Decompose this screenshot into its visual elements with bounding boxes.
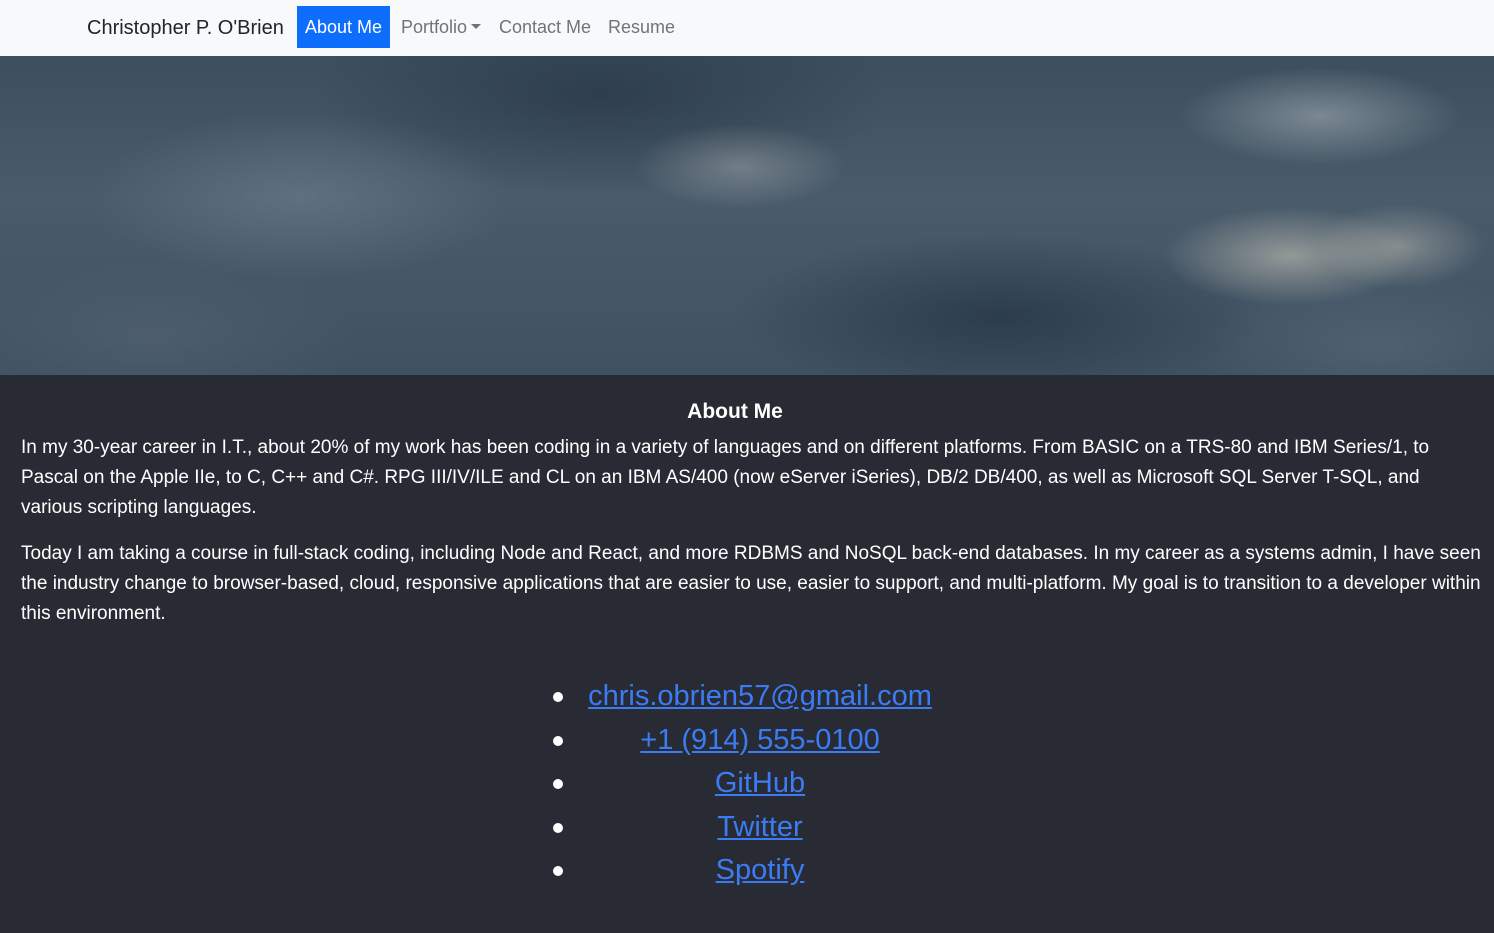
nav-contact-me[interactable]: Contact Me bbox=[499, 6, 591, 48]
bullet-icon bbox=[553, 692, 563, 702]
list-item: Twitter bbox=[553, 806, 940, 850]
nav-portfolio-dropdown[interactable]: Portfolio bbox=[401, 6, 482, 48]
about-paragraph-1: In my 30-year career in I.T., about 20% … bbox=[21, 437, 1430, 518]
list-item: chris.obrien57@gmail.com bbox=[553, 675, 940, 719]
list-item: GitHub bbox=[553, 762, 940, 806]
twitter-link[interactable]: Twitter bbox=[717, 811, 802, 843]
list-item: Spotify bbox=[553, 849, 940, 893]
nav-about-me[interactable]: About Me bbox=[297, 6, 391, 48]
list-item: +1 (914) 555-0100 bbox=[553, 719, 940, 763]
github-link[interactable]: GitHub bbox=[715, 767, 805, 799]
top-navbar: Christopher P. O'Brien About Me Portfoli… bbox=[0, 0, 1494, 56]
nav-resume[interactable]: Resume bbox=[608, 6, 675, 48]
bullet-icon bbox=[553, 866, 563, 876]
about-title: About Me bbox=[687, 400, 783, 424]
contact-links-list: chris.obrien57@gmail.com +1 (914) 555-01… bbox=[553, 675, 940, 893]
bullet-icon bbox=[553, 822, 563, 833]
email-link[interactable]: chris.obrien57@gmail.com bbox=[588, 680, 932, 712]
about-section: About Me In my 30-year career in I.T., a… bbox=[0, 375, 1494, 933]
about-paragraph-2: Today I am taking a course in full-stack… bbox=[21, 543, 1481, 624]
hero-cloud-banner bbox=[0, 56, 1494, 375]
bullet-icon bbox=[553, 735, 563, 746]
phone-link[interactable]: +1 (914) 555-0100 bbox=[640, 724, 879, 756]
nav-portfolio-label: Portfolio bbox=[401, 17, 468, 37]
brand-link[interactable]: Christopher P. O'Brien bbox=[87, 15, 284, 41]
bullet-icon bbox=[553, 779, 563, 789]
caret-down-icon bbox=[471, 24, 482, 30]
spotify-link[interactable]: Spotify bbox=[716, 854, 805, 886]
